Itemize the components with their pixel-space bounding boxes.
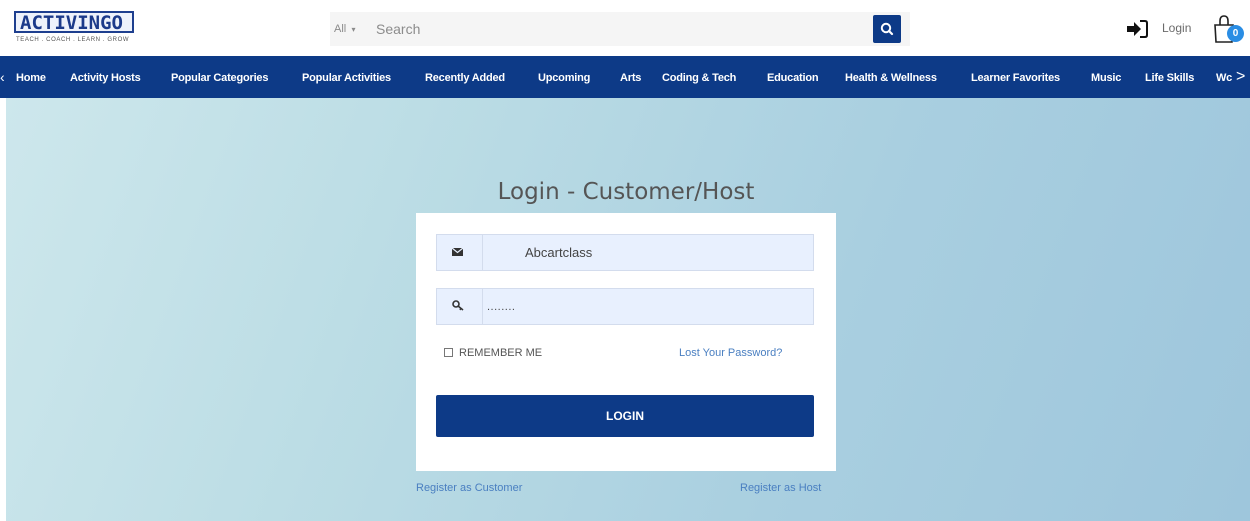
checkbox-icon: [444, 348, 453, 357]
search-icon: [880, 22, 894, 36]
nav-item-home[interactable]: Home: [16, 56, 46, 98]
search-category-label: All: [334, 23, 347, 35]
caret-down-icon: ▾: [349, 25, 356, 34]
header-login-label: Login: [1162, 21, 1192, 35]
search-input[interactable]: [376, 12, 856, 46]
username-input[interactable]: [487, 235, 807, 270]
nav-scroll-left-icon[interactable]: ‹: [0, 69, 8, 85]
nav-scroll-right-icon[interactable]: >: [1236, 56, 1245, 98]
nav-item-music[interactable]: Music: [1091, 56, 1121, 98]
logo-frame: ACTIVINGO: [14, 11, 134, 33]
nav-item-health-wellness[interactable]: Health & Wellness: [845, 56, 937, 98]
nav-item-activity-hosts[interactable]: Activity Hosts: [70, 56, 141, 98]
cart-button[interactable]: 0: [1210, 12, 1246, 48]
nav-item-life-skills[interactable]: Life Skills: [1145, 56, 1194, 98]
key-icon: [437, 289, 483, 324]
register-host-link[interactable]: Register as Host: [740, 482, 821, 494]
register-customer-link[interactable]: Register as Customer: [416, 482, 522, 494]
password-field: [436, 288, 814, 325]
page-title: Login - Customer/Host: [497, 179, 755, 205]
nav-item-upcoming[interactable]: Upcoming: [538, 56, 590, 98]
nav-item-arts[interactable]: Arts: [620, 56, 641, 98]
nav-item-coding-tech[interactable]: Coding & Tech: [662, 56, 736, 98]
envelope-icon: [437, 235, 483, 270]
nav-item-popular-activities[interactable]: Popular Activities: [302, 56, 391, 98]
nav-item-education[interactable]: Education: [767, 56, 819, 98]
activingo-logo[interactable]: ACTIVINGO TEACH . COACH . LEARN . GROW: [14, 11, 136, 47]
top-bar: ACTIVINGO TEACH . COACH . LEARN . GROW A…: [0, 0, 1250, 56]
remember-me-checkbox[interactable]: REMEMBER ME: [444, 347, 542, 359]
lost-password-link[interactable]: Lost Your Password?: [679, 347, 782, 359]
cart-count-badge: 0: [1227, 25, 1244, 42]
nav-item-learner-favorites[interactable]: Learner Favorites: [971, 56, 1060, 98]
search-button[interactable]: [873, 15, 901, 43]
sign-in-icon: [1127, 20, 1148, 38]
search-bar: All ▾: [330, 12, 910, 46]
search-category-select[interactable]: All ▾: [334, 12, 372, 46]
nav-item-popular-categories[interactable]: Popular Categories: [171, 56, 268, 98]
category-nav: ‹ Home Activity Hosts Popular Categories…: [0, 56, 1250, 98]
logo-text: ACTIVINGO: [20, 12, 123, 34]
header-login-link[interactable]: Login: [1126, 17, 1202, 41]
remember-me-label: REMEMBER ME: [459, 347, 543, 359]
password-input[interactable]: [487, 289, 807, 324]
nav-item-truncated[interactable]: Wc: [1216, 56, 1232, 98]
nav-item-recently-added[interactable]: Recently Added: [425, 56, 505, 98]
logo-tagline: TEACH . COACH . LEARN . GROW: [16, 37, 130, 43]
login-button[interactable]: LOGIN: [436, 395, 814, 437]
login-card: REMEMBER ME Lost Your Password? LOGIN: [416, 213, 836, 471]
username-field: [436, 234, 814, 271]
